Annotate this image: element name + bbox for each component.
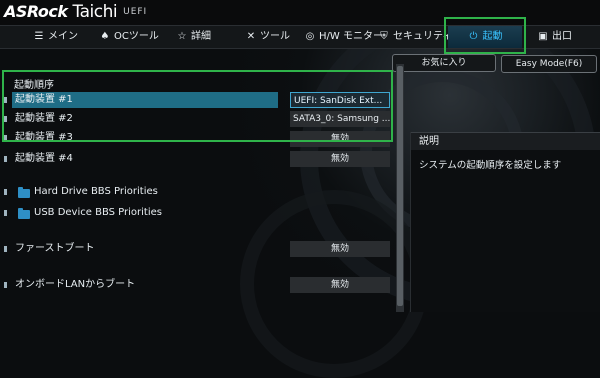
tab-advanced[interactable]: ☆ 詳細 (176, 26, 211, 48)
star-icon: ☆ (177, 31, 187, 42)
exit-icon: ▣ (538, 31, 548, 42)
description-title: 説明 (411, 132, 600, 150)
tab-label: OCツール (114, 31, 159, 42)
tab-label: H/W モニター (319, 31, 383, 42)
tab-oc-tool[interactable]: ♠ OCツール (99, 26, 159, 48)
row-bullet (4, 282, 7, 288)
tools-icon: ✕ (246, 31, 256, 42)
boot-device-label: 起動装置 #4 (15, 153, 73, 164)
brand-logo: ASRock Taichi UEFI (4, 2, 147, 22)
option-label: オンボードLANからブート (15, 279, 136, 290)
monitor-icon: ◎ (305, 31, 315, 42)
row-bullet (4, 156, 7, 162)
tab-label: 出口 (552, 31, 572, 42)
tab-label: ツール (260, 31, 290, 42)
model-name: Taichi (72, 2, 118, 22)
hard-drive-bbs-priorities[interactable]: Hard Drive BBS Priorities (0, 184, 392, 200)
option-label: ファーストブート (15, 243, 95, 254)
highlight-box-boot-order (2, 70, 393, 142)
brand-name: ASRock (4, 2, 68, 21)
highlight-box-boot-tab (444, 17, 526, 54)
shield-icon: ⛨ (380, 31, 388, 42)
boot-from-onboard-lan-select[interactable]: 無効 (290, 277, 390, 293)
tab-main[interactable]: ☰ メイン (33, 26, 78, 48)
row-bullet (4, 189, 7, 195)
folder-icon (18, 208, 30, 219)
tab-security[interactable]: ⛨ セキュリティ (378, 26, 452, 48)
folder-label: USB Device BBS Priorities (34, 207, 162, 218)
list-icon: ☰ (34, 31, 44, 42)
folder-label: Hard Drive BBS Priorities (34, 186, 158, 197)
flame-icon: ♠ (100, 31, 110, 42)
scrollbar[interactable] (396, 64, 404, 312)
easy-mode-button[interactable]: Easy Mode(F6) (501, 55, 597, 73)
tab-hw-monitor[interactable]: ◎ H/W モニター (304, 26, 383, 48)
tab-tools[interactable]: ✕ ツール (245, 26, 290, 48)
tab-exit[interactable]: ▣ 出口 (537, 26, 572, 48)
description-text: システムの起動順序を設定します (419, 160, 562, 171)
folder-icon (18, 187, 30, 198)
scrollbar-thumb[interactable] (397, 66, 403, 306)
tab-label: メイン (48, 31, 78, 42)
usb-device-bbs-priorities[interactable]: USB Device BBS Priorities (0, 205, 392, 221)
row-bullet (4, 246, 7, 252)
row-bullet (4, 210, 7, 216)
fast-boot-select[interactable]: 無効 (290, 241, 390, 257)
uefi-label: UEFI (123, 7, 148, 17)
description-panel: 説明 システムの起動順序を設定します (410, 132, 600, 312)
tab-label: 詳細 (191, 31, 211, 42)
favorites-button[interactable]: お気に入り (392, 54, 496, 72)
boot-device-4-select[interactable]: 無効 (290, 151, 390, 167)
